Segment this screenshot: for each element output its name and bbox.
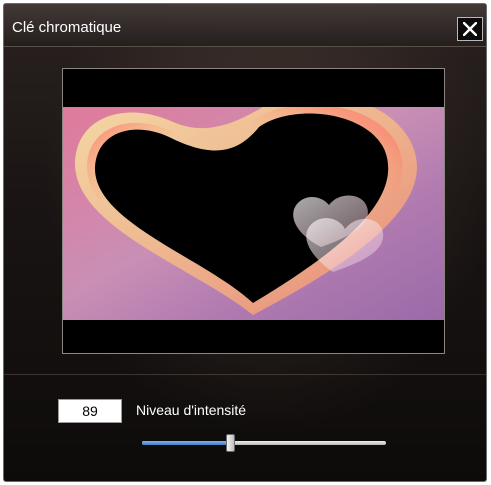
slider-fill bbox=[142, 441, 230, 445]
intensity-slider[interactable] bbox=[142, 432, 386, 454]
divider bbox=[4, 374, 486, 375]
title-bar[interactable]: Clé chromatique bbox=[4, 4, 486, 47]
intensity-value-field[interactable]: 89 bbox=[58, 399, 122, 423]
slider-thumb[interactable] bbox=[226, 434, 235, 452]
heart-image bbox=[63, 107, 444, 320]
intensity-label: Niveau d'intensité bbox=[136, 402, 247, 418]
close-icon bbox=[463, 22, 477, 36]
preview-frame bbox=[62, 68, 445, 354]
close-button[interactable] bbox=[457, 17, 483, 41]
chroma-key-dialog: Clé chromatique 89 Niveau d'intensité bbox=[3, 3, 487, 482]
dialog-title: Clé chromatique bbox=[12, 19, 122, 36]
